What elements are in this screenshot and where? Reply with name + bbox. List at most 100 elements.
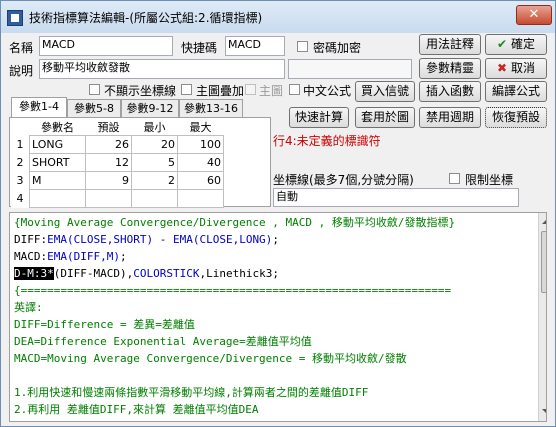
password-checkbox[interactable]	[297, 41, 308, 52]
axis-label: 坐標線(最多7個,分號分隔)	[273, 173, 414, 187]
name-input[interactable]: MACD	[39, 36, 173, 56]
param-wizard-button[interactable]: 參數精靈	[419, 58, 481, 79]
table-row: 3 M 9 2 60	[11, 171, 224, 190]
insert-func-button[interactable]: 插入函數	[419, 81, 481, 102]
usage-button[interactable]: 用法註釋	[419, 34, 481, 55]
translate-button[interactable]: 編譯公式	[485, 81, 547, 102]
close-button[interactable]: ✕	[516, 5, 552, 25]
axis-input[interactable]: 自動	[273, 188, 519, 207]
code-token: DIFF:	[14, 233, 48, 246]
code-token: ;	[119, 250, 127, 263]
cancel-button[interactable]: ✖ 取消	[485, 58, 547, 79]
code-line-1: {Moving Average Convergence/Divergence ,…	[14, 215, 455, 231]
row-number: 1	[11, 135, 30, 154]
param-max-cell[interactable]	[177, 189, 224, 208]
scroll-thumb[interactable]	[541, 231, 546, 293]
code-line-7: DIFF=Difference = 差異=差離值	[14, 318, 195, 331]
code-comment: {Moving Average Convergence/Divergence ,…	[14, 216, 456, 229]
code-line-9: MACD=Moving Average Convergence/Divergen…	[14, 352, 407, 365]
param-max-cell[interactable]: 100	[177, 135, 224, 154]
code-line-8: DEA=Difference Exponential Average=差離值平均…	[14, 335, 312, 348]
param-default-cell[interactable]: 26	[85, 135, 132, 154]
param-min-cell[interactable]: 2	[131, 171, 178, 190]
col-default-header: 預設	[97, 121, 120, 134]
main-overlay-label: 主圖疊加	[196, 84, 245, 98]
row-number: 2	[11, 153, 30, 172]
ok-button[interactable]: ✔ 確定	[485, 34, 547, 55]
cancel-label: 取消	[510, 61, 535, 75]
buy-sell-button[interactable]: 買入信號	[355, 81, 415, 102]
tab-params-5-8[interactable]: 參數5-8	[67, 99, 121, 117]
param-name-cell[interactable]: M	[29, 171, 86, 190]
code-token: ,Linethick3;	[199, 267, 279, 280]
table-row: 4	[11, 189, 224, 208]
code-token: MACD:	[14, 250, 48, 263]
formula-editor-window: 技術指標算法編輯-(所屬公式組:2.循環指標) ✕ 名稱 MACD 快捷碼 MA…	[0, 0, 556, 427]
param-name-cell[interactable]: SHORT	[29, 153, 86, 172]
shortcut-input[interactable]: MACD	[225, 36, 285, 56]
table-row: 2 SHORT 12 5 40	[11, 153, 224, 172]
param-default-cell[interactable]: 9	[85, 171, 132, 190]
no-axis-label: 不顯示坐標線	[104, 84, 177, 98]
scroll-down-icon[interactable]	[542, 409, 546, 414]
tab-params-13-16[interactable]: 參數13-16	[179, 99, 243, 117]
param-default-cell[interactable]: 12	[85, 153, 132, 172]
table-row: 1 LONG 26 20 100	[11, 135, 224, 154]
code-token: -	[153, 233, 173, 246]
no-axis-checkbox[interactable]	[89, 84, 100, 95]
row-number: 3	[11, 171, 30, 190]
tab-params-9-12[interactable]: 參數9-12	[121, 99, 179, 117]
code-token: (DIFF-MACD),	[53, 267, 134, 280]
param-min-cell[interactable]: 5	[131, 153, 178, 172]
ok-label: 確定	[510, 37, 535, 51]
vertical-scrollbar[interactable]	[538, 213, 546, 421]
code-line-6: 英譯:	[14, 301, 43, 314]
disable-period-button[interactable]: 禁用週期	[419, 107, 481, 128]
code-line-12: 2.再利用 差離值DIFF,來計算 差離值平均值DEA	[14, 403, 259, 416]
code-token: EMA(CLOSE,LONG)	[172, 233, 273, 246]
limit-axis-label: 限制坐標	[465, 173, 514, 187]
param-max-cell[interactable]: 60	[177, 171, 224, 190]
quick-calc-button[interactable]: 快速計算	[289, 107, 349, 128]
code-token: EMA(CLOSE,SHORT)	[47, 233, 154, 246]
code-line-3: MACD:EMA(DIFF,M);	[14, 249, 127, 265]
col-name-header: 參數名	[41, 121, 74, 134]
col-min-header: 最小	[143, 121, 166, 134]
app-icon	[7, 10, 23, 26]
param-name-cell[interactable]: LONG	[29, 135, 86, 154]
main-checkbox[interactable]	[245, 84, 256, 95]
param-default-cell[interactable]	[85, 189, 132, 208]
password-label: 密碼加密	[313, 41, 362, 55]
code-token: ;	[272, 233, 279, 246]
x-icon: ✖	[497, 61, 508, 75]
chinese-checkbox[interactable]	[289, 84, 300, 95]
tab-params-1-4[interactable]: 參數1-4	[11, 97, 67, 118]
code-editor[interactable]: {Moving Average Convergence/Divergence ,…	[9, 212, 547, 422]
limit-axis-checkbox[interactable]	[449, 173, 460, 184]
code-token: EMA(DIFF,M)	[47, 250, 120, 263]
main-label: 主圖	[259, 84, 284, 98]
code-line-5: {=======================================…	[14, 284, 452, 297]
desc-label: 說明	[9, 64, 34, 78]
extra-input[interactable]	[288, 59, 412, 79]
param-name-cell[interactable]	[29, 189, 86, 208]
code-line-2: DIFF:EMA(CLOSE,SHORT) - EMA(CLOSE,LONG);	[14, 232, 279, 248]
desc-input[interactable]: 移動平均收斂發散	[39, 59, 285, 79]
window-title: 技術指標算法編輯-(所屬公式組:2.循環指標)	[29, 11, 263, 25]
code-line-4: D-M:3*(DIFF-MACD),COLORSTICK,Linethick3;	[14, 266, 279, 282]
param-max-cell[interactable]: 40	[177, 153, 224, 172]
main-overlay-checkbox[interactable]	[181, 84, 192, 95]
param-min-cell[interactable]: 20	[131, 135, 178, 154]
code-token: COLORSTICK	[133, 267, 200, 280]
name-label: 名稱	[9, 41, 34, 55]
shortcut-label: 快捷碼	[181, 41, 218, 55]
restore-default-button[interactable]: 恢復預設	[485, 107, 547, 128]
scroll-up-icon[interactable]	[542, 219, 546, 224]
row-number: 4	[11, 189, 30, 208]
col-max-header: 最大	[189, 121, 212, 134]
error-message: 行4:未定義的標識符	[273, 134, 381, 148]
apply-chart-button[interactable]: 套用於圖	[355, 107, 415, 128]
code-selection: D-M:3*	[14, 267, 54, 280]
code-line-11: 1.利用快速和慢速兩條指數平滑移動平均線,計算兩者之間的差離值DIFF	[14, 386, 369, 399]
param-min-cell[interactable]	[131, 189, 178, 208]
